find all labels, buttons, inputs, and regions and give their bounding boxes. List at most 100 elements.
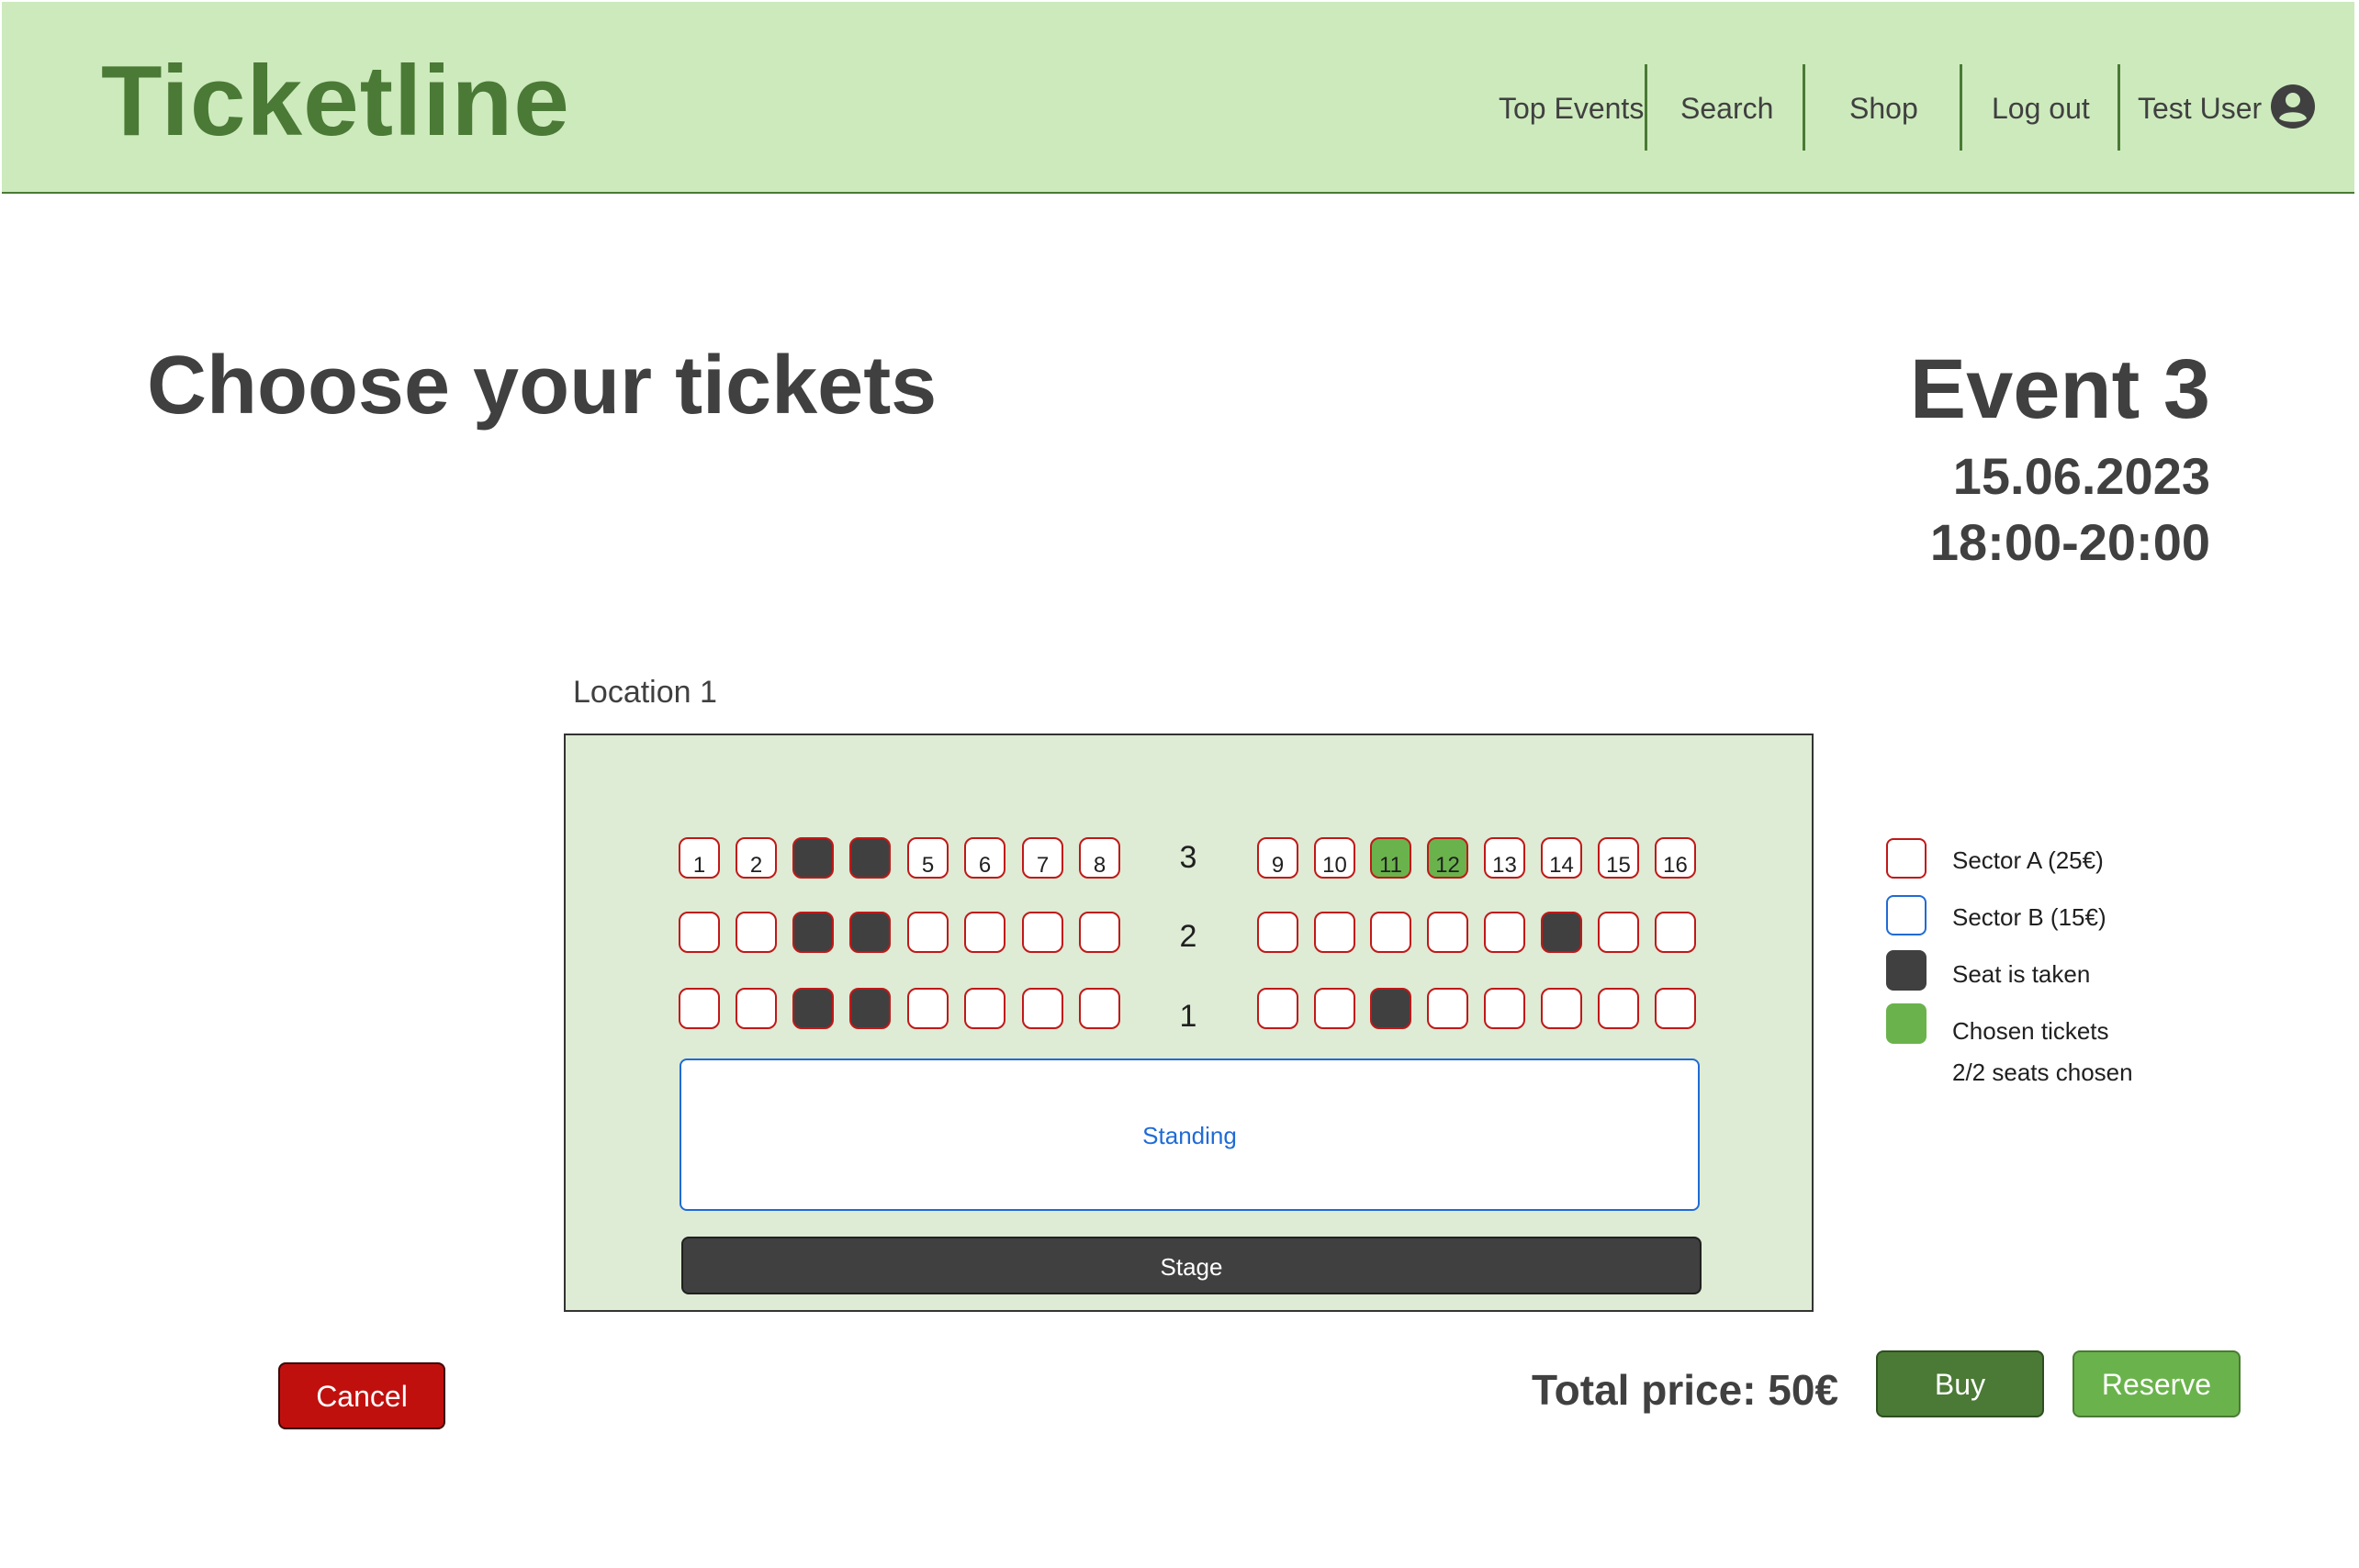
standing-area[interactable]: Standing bbox=[680, 1058, 1700, 1211]
seat-free[interactable] bbox=[1022, 912, 1063, 953]
legend-taken-swatch bbox=[1886, 950, 1927, 991]
seat-free[interactable]: 8 bbox=[1079, 837, 1120, 879]
row-label: 2 bbox=[1179, 919, 1197, 954]
seat-free[interactable] bbox=[964, 912, 1005, 953]
seat-free[interactable] bbox=[1079, 988, 1120, 1029]
seat-free[interactable] bbox=[1314, 988, 1355, 1029]
stage-area: Stage bbox=[681, 1237, 1702, 1294]
seat-number: 15 bbox=[1606, 853, 1631, 878]
standing-label: Standing bbox=[1142, 1122, 1237, 1149]
nav-divider bbox=[1645, 64, 1647, 151]
nav-divider bbox=[1803, 64, 1805, 151]
seat-free[interactable] bbox=[1427, 988, 1468, 1029]
seat-number: 12 bbox=[1435, 853, 1460, 878]
seat-chosen[interactable]: 12 bbox=[1427, 837, 1468, 879]
seat-number: 10 bbox=[1322, 853, 1347, 878]
nav-divider bbox=[1960, 64, 1962, 151]
seat-free[interactable] bbox=[1541, 988, 1582, 1029]
seat-free[interactable] bbox=[1484, 912, 1525, 953]
seat-free[interactable] bbox=[1655, 988, 1696, 1029]
page-title: Choose your tickets bbox=[147, 340, 938, 431]
legend-sector-b-label: Sector B (15€) bbox=[1952, 903, 2106, 931]
seat-free[interactable] bbox=[1598, 988, 1639, 1029]
seat-free[interactable]: 1 bbox=[679, 837, 720, 879]
row-label: 1 bbox=[1179, 999, 1197, 1034]
nav-top-events[interactable]: Top Events bbox=[1499, 94, 1644, 123]
seat-free[interactable] bbox=[1427, 912, 1468, 953]
seat-free[interactable] bbox=[1257, 912, 1298, 953]
legend-taken-label: Seat is taken bbox=[1952, 960, 2091, 988]
stage-label: Stage bbox=[1160, 1253, 1223, 1281]
seat-free[interactable]: 6 bbox=[964, 837, 1005, 879]
seat-free[interactable] bbox=[907, 988, 949, 1029]
seat-taken bbox=[849, 837, 891, 879]
seat-free[interactable]: 10 bbox=[1314, 837, 1355, 879]
nav-user-name[interactable]: Test User bbox=[2138, 94, 2262, 123]
seat-free[interactable]: 13 bbox=[1484, 837, 1525, 879]
seat-free[interactable] bbox=[736, 988, 777, 1029]
legend-chosen-label: Chosen tickets bbox=[1952, 1017, 2109, 1045]
seat-taken bbox=[849, 912, 891, 953]
event-date: 15.06.2023 bbox=[1952, 447, 2210, 505]
seat-free[interactable]: 16 bbox=[1655, 837, 1696, 879]
seat-free[interactable] bbox=[907, 912, 949, 953]
seat-number: 13 bbox=[1492, 853, 1517, 878]
legend-sector-b-swatch bbox=[1886, 895, 1927, 935]
cancel-button[interactable]: Cancel bbox=[278, 1362, 445, 1429]
reserve-button-label: Reserve bbox=[2101, 1368, 2212, 1401]
seat-free[interactable]: 15 bbox=[1598, 837, 1639, 879]
seat-number: 7 bbox=[1036, 853, 1050, 878]
location-label: Location 1 bbox=[573, 675, 717, 710]
event-time: 18:00-20:00 bbox=[1929, 513, 2210, 571]
seat-free[interactable]: 5 bbox=[907, 837, 949, 879]
legend-sector-a-label: Sector A (25€) bbox=[1952, 846, 2104, 874]
nav-divider bbox=[2117, 64, 2120, 151]
nav-shop[interactable]: Shop bbox=[1849, 94, 1918, 123]
seat-free[interactable]: 14 bbox=[1541, 837, 1582, 879]
seat-free[interactable] bbox=[679, 988, 720, 1029]
event-name: Event 3 bbox=[1909, 342, 2210, 436]
seat-taken bbox=[1541, 912, 1582, 953]
seat-free[interactable] bbox=[964, 988, 1005, 1029]
seat-taken bbox=[1370, 988, 1411, 1029]
seat-taken bbox=[792, 988, 834, 1029]
reserve-button[interactable]: Reserve bbox=[2073, 1350, 2241, 1417]
seat-free[interactable] bbox=[1484, 988, 1525, 1029]
seat-number: 8 bbox=[1093, 853, 1106, 878]
buy-button[interactable]: Buy bbox=[1876, 1350, 2044, 1417]
legend-chosen-swatch bbox=[1886, 1003, 1927, 1044]
seat-free[interactable] bbox=[736, 912, 777, 953]
seat-number: 16 bbox=[1663, 853, 1688, 878]
seat-number: 2 bbox=[749, 853, 763, 878]
seat-free[interactable]: 9 bbox=[1257, 837, 1298, 879]
cancel-button-label: Cancel bbox=[316, 1380, 408, 1413]
user-account-icon[interactable] bbox=[2270, 84, 2316, 129]
seat-free[interactable] bbox=[679, 912, 720, 953]
row-label: 3 bbox=[1179, 840, 1197, 875]
total-price: Total price: 50€ bbox=[1532, 1366, 1839, 1414]
nav-search[interactable]: Search bbox=[1680, 94, 1773, 123]
seat-number: 5 bbox=[921, 853, 935, 878]
seat-free[interactable] bbox=[1598, 912, 1639, 953]
seat-number: 11 bbox=[1379, 853, 1402, 878]
app-logo[interactable]: Ticketline bbox=[101, 51, 570, 151]
buy-button-label: Buy bbox=[1934, 1368, 1986, 1401]
seat-free[interactable] bbox=[1079, 912, 1120, 953]
seat-free[interactable] bbox=[1370, 912, 1411, 953]
seat-free[interactable]: 7 bbox=[1022, 837, 1063, 879]
seat-number: 6 bbox=[978, 853, 992, 878]
seat-free[interactable] bbox=[1655, 912, 1696, 953]
seat-taken bbox=[792, 912, 834, 953]
seat-free[interactable] bbox=[1257, 988, 1298, 1029]
seat-free[interactable]: 2 bbox=[736, 837, 777, 879]
seat-chosen[interactable]: 11 bbox=[1370, 837, 1411, 879]
seat-number: 1 bbox=[692, 853, 706, 878]
seat-number: 9 bbox=[1271, 853, 1285, 878]
seat-number: 14 bbox=[1549, 853, 1574, 878]
seat-taken bbox=[849, 988, 891, 1029]
legend-sector-a-swatch bbox=[1886, 838, 1927, 879]
nav-log-out[interactable]: Log out bbox=[1992, 94, 2090, 123]
seats-chosen-count: 2/2 seats chosen bbox=[1952, 1058, 2133, 1086]
seat-free[interactable] bbox=[1022, 988, 1063, 1029]
seat-free[interactable] bbox=[1314, 912, 1355, 953]
